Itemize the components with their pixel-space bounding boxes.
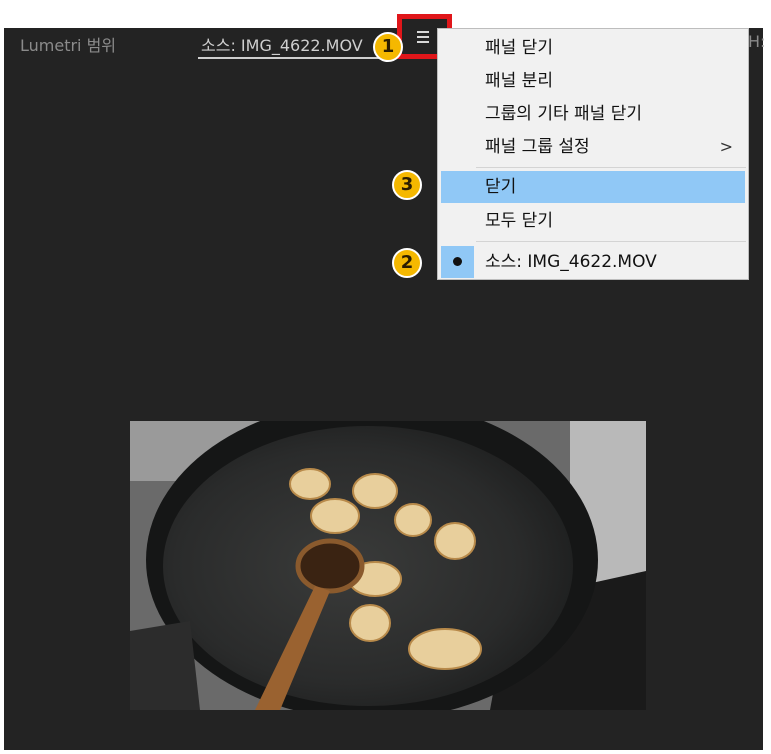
menu-item-panel-group-settings[interactable]: 패널 그룹 설정 > (441, 131, 745, 163)
active-tab-underline (198, 57, 398, 59)
menu-item-source-clip[interactable]: 소스: IMG_4622.MOV (441, 246, 745, 278)
menu-item-label: 패널 닫기 (485, 38, 553, 58)
tab-source-monitor[interactable]: 소스: IMG_4622.MOV (201, 32, 363, 56)
panel-context-menu: 패널 닫기 패널 분리 그룹의 기타 패널 닫기 패널 그룹 설정 > 닫기 모… (437, 28, 749, 280)
menu-separator (476, 241, 746, 242)
menu-item-close-panel[interactable]: 패널 닫기 (441, 32, 745, 64)
annotation-badge-1: 1 (373, 32, 403, 62)
menu-item-close[interactable]: 닫기 (441, 171, 745, 203)
chevron-right-icon: > (719, 137, 733, 156)
cooking-pan-image (130, 421, 646, 710)
menu-item-label: 모두 닫기 (485, 211, 553, 231)
menu-item-close-all[interactable]: 모두 닫기 (441, 205, 745, 237)
menu-separator (476, 167, 746, 168)
annotation-badge-2: 2 (392, 248, 422, 278)
menu-item-label: 소스: IMG_4622.MOV (485, 252, 657, 272)
menu-item-close-other-panels-in-group[interactable]: 그룹의 기타 패널 닫기 (441, 98, 745, 130)
menu-item-label: 그룹의 기타 패널 닫기 (485, 104, 642, 124)
menu-item-label: 닫기 (485, 177, 517, 197)
hamburger-menu-icon (413, 29, 433, 45)
menu-item-label: 패널 분리 (485, 71, 553, 91)
menu-item-label: 패널 그룹 설정 (485, 137, 590, 157)
menu-item-undock-panel[interactable]: 패널 분리 (441, 65, 745, 97)
video-preview-frame (130, 421, 646, 710)
tab-next-partial[interactable]: H: (748, 32, 765, 51)
tab-lumetri-scopes[interactable]: Lumetri 범위 (20, 32, 116, 56)
annotation-badge-3: 3 (392, 170, 422, 200)
